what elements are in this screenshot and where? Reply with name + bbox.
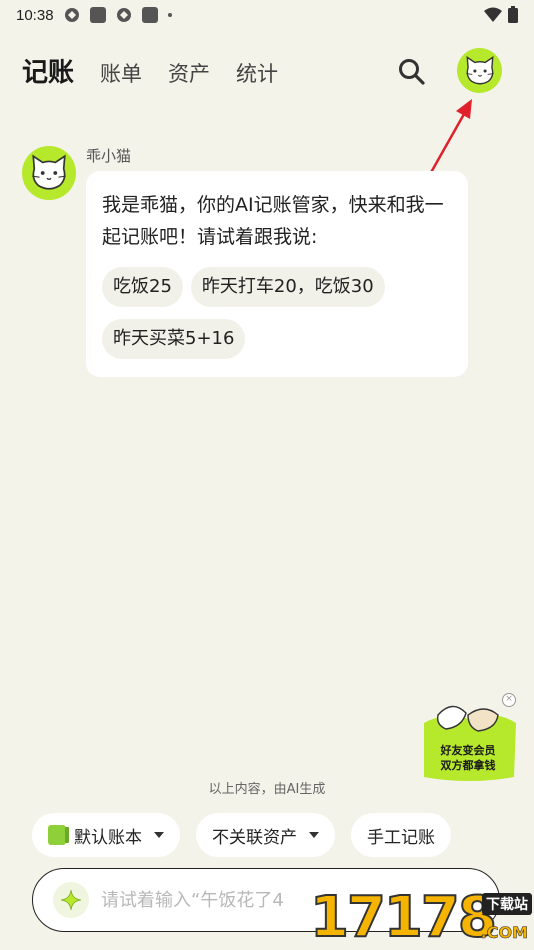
- tab-assets[interactable]: 资产: [168, 58, 210, 88]
- cat-avatar-icon: [32, 154, 66, 190]
- square-icon: [89, 7, 106, 23]
- tab-statistics[interactable]: 统计: [236, 58, 278, 88]
- tab-bills[interactable]: 账单: [100, 58, 142, 88]
- watermark-digits: 17178: [309, 884, 498, 950]
- square-icon: [141, 7, 158, 23]
- bot-message: 我是乖猫，你的AI记账管家，快来和我一起记账吧！请试着跟我说:: [102, 194, 444, 248]
- top-nav: 记账 账单 资产 统计: [22, 52, 278, 89]
- tab-bookkeeping[interactable]: 记账: [22, 52, 74, 89]
- ledger-book-icon: [48, 825, 69, 845]
- asset-selector[interactable]: 不关联资产: [196, 813, 335, 857]
- suggestion-chip[interactable]: 昨天买菜5+16: [102, 319, 246, 359]
- asset-label: 不关联资产: [212, 827, 297, 848]
- profile-avatar-button[interactable]: [457, 48, 502, 93]
- dot-icon: [167, 13, 172, 17]
- ai-generated-note: 以上内容，由AI生成: [208, 782, 326, 797]
- cat-avatar-icon: [465, 55, 494, 84]
- ai-sparkle-button[interactable]: [53, 882, 89, 918]
- chevron-down-icon: [309, 832, 319, 838]
- app-icon: [64, 8, 79, 22]
- manual-entry-button[interactable]: 手工记账: [351, 813, 451, 857]
- referral-promo-badge[interactable]: × 好友变会员 双方都拿钱: [416, 693, 520, 785]
- chevron-down-icon: [154, 832, 164, 838]
- chat-bubble: 我是乖猫，你的AI记账管家，快来和我一起记账吧！请试着跟我说: 吃饭25 昨天打…: [86, 171, 468, 377]
- status-bar: 10:38: [0, 0, 534, 30]
- wifi-icon: [484, 7, 502, 22]
- suggestion-chips: 吃饭25 昨天打车20，吃饭30 昨天买菜5+16: [102, 267, 462, 359]
- site-watermark: 17178 下载站 .COM: [309, 884, 534, 950]
- search-button[interactable]: [396, 56, 428, 88]
- suggestion-chip[interactable]: 昨天打车20，吃饭30: [190, 267, 385, 307]
- search-icon: [399, 59, 425, 85]
- sparkle-icon: [60, 889, 82, 911]
- promo-line-2: 双方都拿钱: [440, 759, 496, 772]
- ledger-selector[interactable]: 默认账本: [32, 813, 180, 857]
- close-icon[interactable]: ×: [502, 693, 516, 707]
- manual-entry-label: 手工记账: [367, 827, 435, 848]
- watermark-badge: 下载站: [482, 893, 532, 915]
- promo-line-1: 好友变会员: [440, 744, 496, 757]
- watermark-suffix: .COM: [480, 923, 528, 943]
- battery-icon: [508, 6, 518, 23]
- bot-avatar: [22, 146, 76, 200]
- ledger-label: 默认账本: [74, 827, 142, 848]
- suggestion-chip[interactable]: 吃饭25: [102, 267, 183, 307]
- status-time: 10:38: [16, 6, 54, 24]
- bot-name: 乖小猫: [86, 147, 132, 165]
- app-icon: [116, 8, 131, 22]
- bottom-selectors: 默认账本 不关联资产 手工记账: [32, 813, 451, 857]
